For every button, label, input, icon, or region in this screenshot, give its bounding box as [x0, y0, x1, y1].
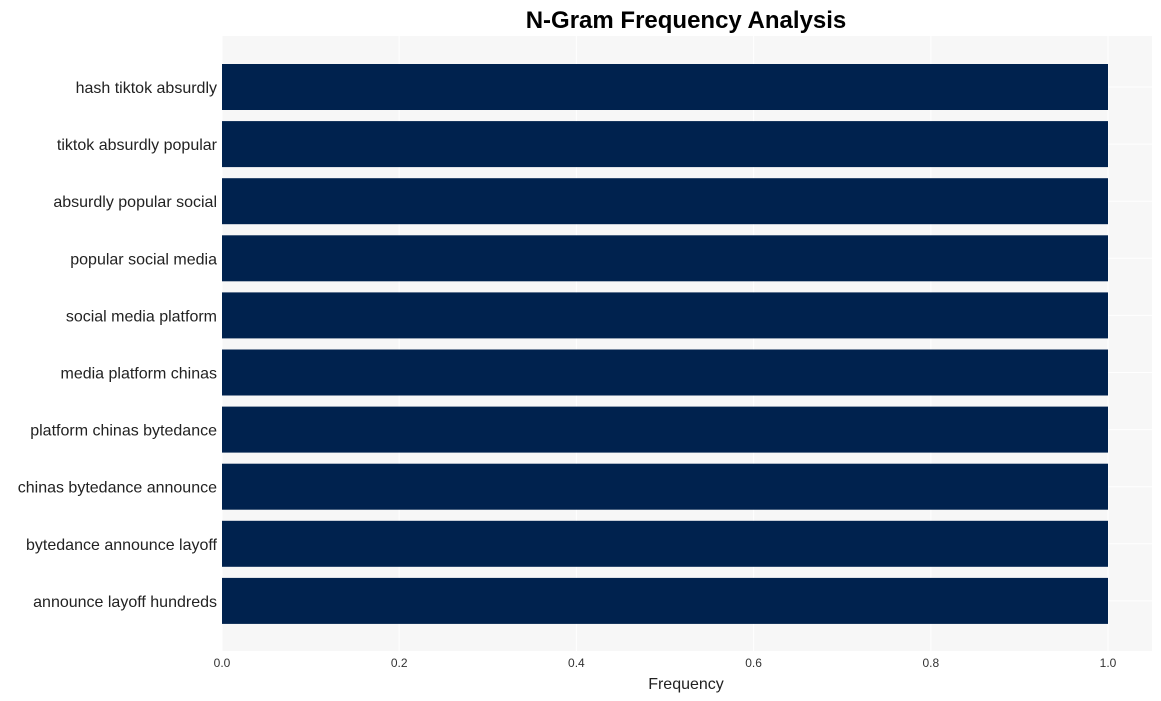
- y-tick-label-1: tiktok absurdly popular: [57, 137, 218, 154]
- bar-9: [222, 577, 1108, 624]
- y-tick-label-6: platform chinas bytedance: [30, 423, 217, 440]
- bar-5: [222, 349, 1108, 396]
- y-tick-label-0: hash tiktok absurdly: [76, 80, 217, 97]
- x-tick-label-1: 0.2: [391, 656, 408, 670]
- y-tick-label-5: media platform chinas: [60, 366, 217, 383]
- chart: N-Gram Frequency Analysis hash tiktok ab…: [18, 7, 1152, 693]
- y-tick-label-4: social media platform: [66, 308, 217, 325]
- x-axis-ticks: 0.0 0.2 0.4 0.6 0.8 1.0: [214, 656, 1117, 670]
- x-axis-label: Frequency: [648, 676, 724, 693]
- bar-3: [222, 235, 1108, 282]
- x-tick-label-5: 1.0: [1100, 656, 1117, 670]
- y-tick-label-3: popular social media: [70, 251, 217, 268]
- x-tick-label-2: 0.4: [568, 656, 585, 670]
- bar-8: [222, 520, 1108, 567]
- y-axis-labels: hash tiktok absurdly tiktok absurdly popu…: [18, 80, 218, 611]
- y-tick-label-9: announce layoff hundreds: [33, 594, 217, 611]
- bar-7: [222, 463, 1108, 510]
- y-tick-label-7: chinas bytedance announce: [18, 480, 217, 497]
- bar-6: [222, 406, 1108, 453]
- x-tick-label-0: 0.0: [214, 656, 231, 670]
- y-tick-label-2: absurdly popular social: [53, 194, 217, 211]
- bar-4: [222, 292, 1108, 339]
- y-tick-label-8: bytedance announce layoff: [26, 537, 218, 554]
- x-tick-label-4: 0.8: [922, 656, 939, 670]
- x-tick-label-3: 0.6: [745, 656, 762, 670]
- bar-0: [222, 64, 1108, 110]
- bar-2: [222, 178, 1108, 225]
- bar-1: [222, 121, 1108, 168]
- chart-title: N-Gram Frequency Analysis: [526, 7, 847, 34]
